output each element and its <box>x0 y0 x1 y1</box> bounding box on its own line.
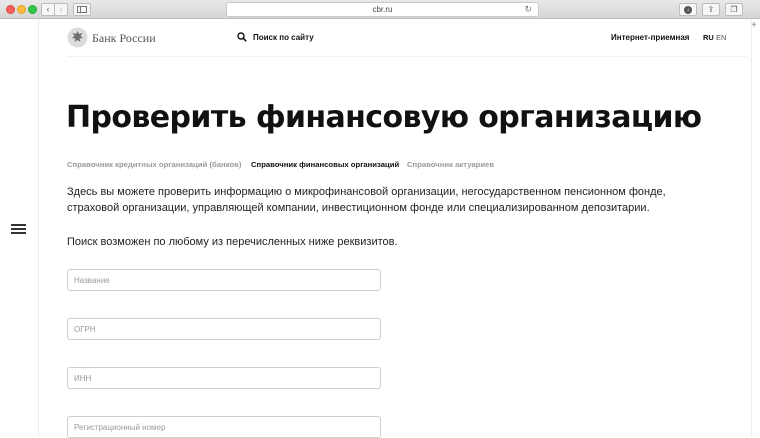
search-icon <box>237 32 247 42</box>
bank-emblem-icon[interactable] <box>67 27 88 48</box>
address-bar[interactable]: cbr.ru ↻ <box>226 2 539 17</box>
sidebar-toggle-button[interactable] <box>73 3 91 16</box>
tab-credit-organizations[interactable]: Справочник кредитных организаций (банков… <box>67 159 241 170</box>
forward-button[interactable]: › <box>54 3 68 16</box>
logo-text[interactable]: Банк России <box>92 31 156 46</box>
language-ru[interactable]: RU <box>703 32 714 43</box>
share-button[interactable]: ⇪ <box>702 3 720 16</box>
page-description: Здесь вы можете проверить информацию о м… <box>67 186 666 214</box>
back-button[interactable]: ‹ <box>41 3 55 16</box>
chevron-left-icon: ‹ <box>46 4 50 14</box>
close-window-button[interactable] <box>6 5 15 14</box>
header-divider <box>67 56 747 57</box>
internet-reception-link[interactable]: Интернет-приемная <box>611 32 689 43</box>
page-left-border <box>38 19 39 437</box>
downloads-button[interactable]: ↓ <box>679 3 697 16</box>
tabs-icon: ❐ <box>730 5 738 14</box>
tab-financial-organizations[interactable]: Справочник финансовых организаций <box>251 159 399 170</box>
reload-icon[interactable]: ↻ <box>524 3 532 16</box>
show-tabs-button[interactable]: ❐ <box>725 3 743 16</box>
download-icon: ↓ <box>684 5 692 14</box>
minimize-window-button[interactable] <box>17 5 26 14</box>
search-hint: Поиск возможен по любому из перечисленны… <box>67 236 398 248</box>
tab-actuaries[interactable]: Справочник актуариев <box>407 159 494 170</box>
language-en[interactable]: EN <box>716 32 726 43</box>
menu-icon[interactable] <box>11 224 26 234</box>
registration-number-field[interactable] <box>67 416 381 438</box>
zoom-window-button[interactable] <box>28 5 37 14</box>
inn-field[interactable] <box>67 367 381 389</box>
url-text: cbr.ru <box>372 5 393 14</box>
page-title: Проверить финансовую организацию <box>66 100 702 135</box>
name-field[interactable] <box>67 269 381 291</box>
ogrn-field[interactable] <box>67 318 381 340</box>
chevron-right-icon: › <box>59 4 63 14</box>
browser-toolbar: ‹ › cbr.ru ↻ ↓ ⇪ ❐ <box>0 0 760 19</box>
page-right-border <box>751 19 752 437</box>
site-search-label: Поиск по сайту <box>253 33 314 42</box>
share-icon: ⇪ <box>707 5 715 14</box>
